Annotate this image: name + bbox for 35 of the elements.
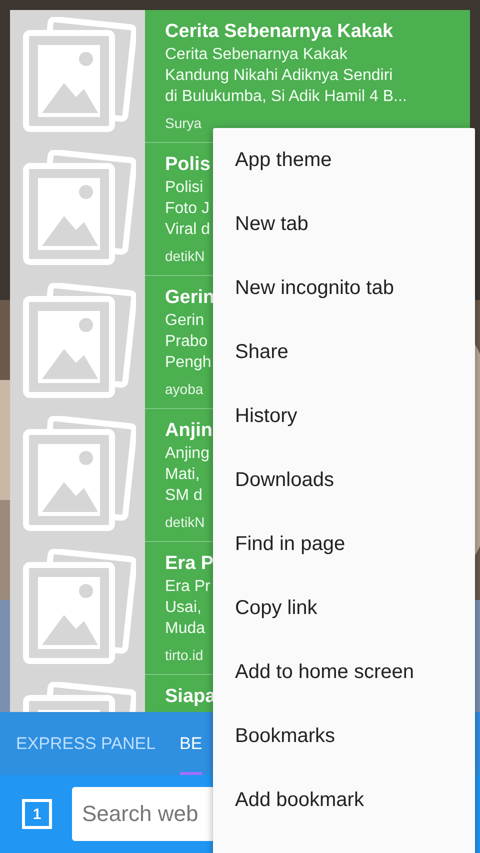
- menu-item[interactable]: Find in page: [213, 512, 475, 576]
- menu-item[interactable]: New tab: [213, 192, 475, 256]
- news-summary: Mati,: [165, 465, 200, 485]
- news-source: detikN: [165, 513, 205, 532]
- news-summary: Prabo: [165, 332, 208, 352]
- news-source: Surya: [165, 114, 202, 133]
- news-summary: Gerin: [165, 311, 204, 331]
- news-summary: Kandung Nikahi Adiknya Sendiri: [165, 66, 393, 86]
- news-title: Gerin: [165, 286, 215, 310]
- news-summary: Cerita Sebenarnya Kakak: [165, 45, 348, 65]
- news-title: Cerita Sebenarnya Kakak: [165, 20, 394, 44]
- news-summary: SM d: [165, 486, 202, 506]
- news-summary: Usai,: [165, 598, 202, 618]
- news-summary: Era Pr: [165, 577, 210, 597]
- menu-item[interactable]: Add to home screen: [213, 640, 475, 704]
- menu-item[interactable]: History: [213, 384, 475, 448]
- menu-item[interactable]: Copy link: [213, 576, 475, 640]
- news-title: Polis: [165, 153, 210, 177]
- menu-item[interactable]: Share: [213, 320, 475, 384]
- news-summary: Pengh: [165, 353, 212, 373]
- news-summary: Foto J: [165, 199, 210, 219]
- news-summary: Polisi: [165, 178, 204, 198]
- news-source: tirto.id: [165, 646, 204, 665]
- menu-item[interactable]: Bookmarks: [213, 704, 475, 768]
- menu-item[interactable]: Add bookmark: [213, 768, 475, 832]
- news-title: Anjin: [165, 419, 212, 443]
- news-summary: di Bulukumba, Si Adik Hamil 4 B...: [165, 87, 407, 107]
- menu-item[interactable]: Downloads: [213, 448, 475, 512]
- news-summary: Anjing: [165, 444, 210, 464]
- news-title: Era P: [165, 552, 214, 576]
- news-source: detikN: [165, 247, 205, 266]
- menu-item[interactable]: New incognito tab: [213, 256, 475, 320]
- news-summary: Viral d: [165, 220, 210, 240]
- news-source: ayoba: [165, 380, 204, 399]
- news-summary: Muda: [165, 619, 206, 639]
